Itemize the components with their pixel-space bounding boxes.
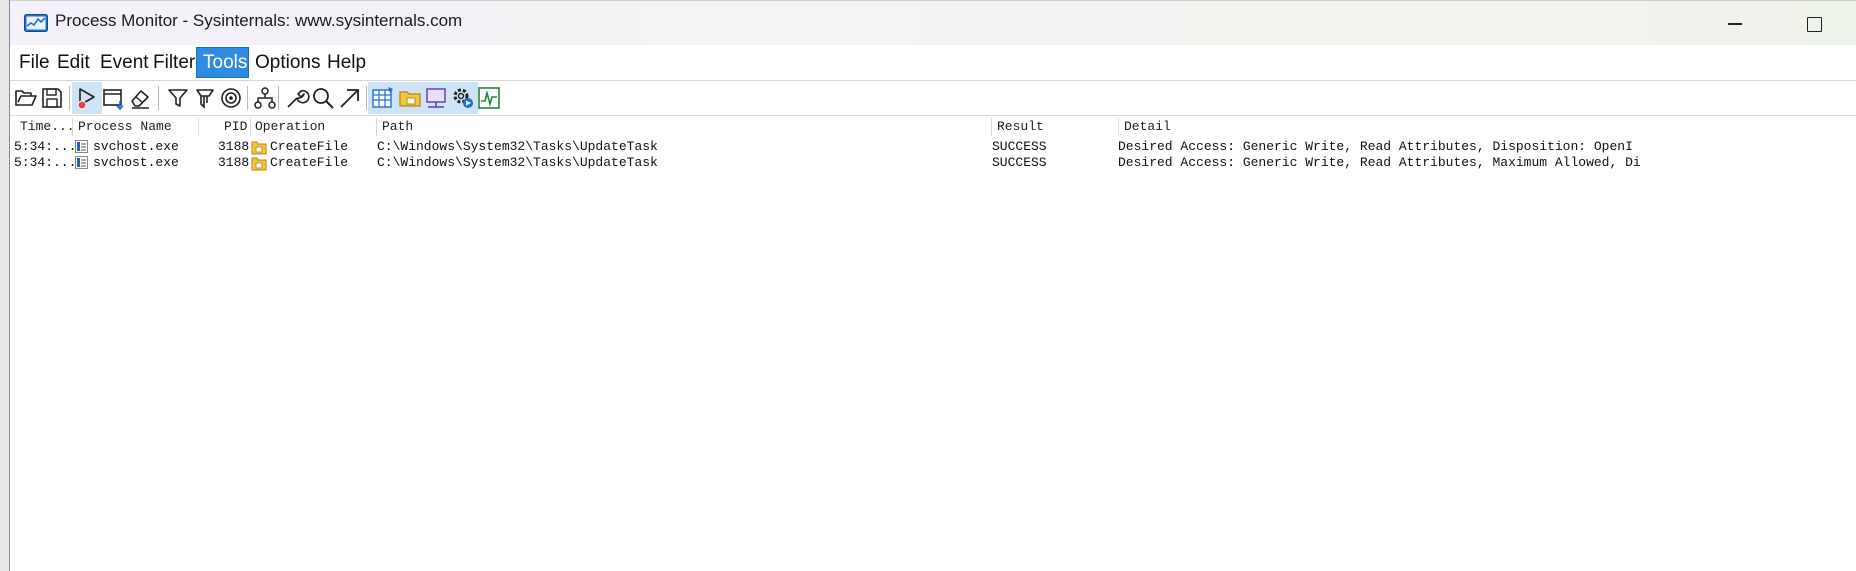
cell-time: 5:34:...: [14, 155, 77, 170]
toolbar-separator: [366, 86, 367, 110]
cell-detail: Desired Access: Generic Write, Read Attr…: [1118, 139, 1633, 154]
column-header-time[interactable]: Time...: [20, 119, 75, 134]
column-header-operation[interactable]: Operation: [255, 119, 325, 134]
file-operation-icon: [251, 157, 267, 171]
show-profiling-events-button[interactable]: [474, 82, 504, 114]
minimize-button[interactable]: [1706, 7, 1764, 41]
cell-process-name: svchost.exe: [93, 139, 179, 154]
cell-path: C:\Windows\System32\Tasks\UpdateTask: [377, 139, 658, 154]
column-divider[interactable]: [991, 118, 992, 136]
cell-time: 5:34:...: [14, 139, 77, 154]
toolbar: [10, 81, 1856, 116]
window-title: Process Monitor - Sysinternals: www.sysi…: [55, 11, 463, 30]
save-icon: [42, 88, 62, 108]
menu-filter[interactable]: Filter: [147, 48, 201, 77]
process-icon: [75, 140, 88, 153]
cell-operation: CreateFile: [270, 139, 349, 154]
menu-tools[interactable]: Tools: [196, 47, 249, 78]
column-divider[interactable]: [376, 118, 377, 136]
cell-result: SUCCESS: [992, 155, 1047, 170]
highlight-icon: [196, 89, 214, 109]
file-operation-icon: [251, 141, 267, 155]
menu-event[interactable]: Event: [94, 48, 155, 77]
clear-button[interactable]: [125, 82, 155, 114]
clear-icon: [131, 90, 149, 109]
column-divider[interactable]: [72, 118, 73, 136]
column-divider[interactable]: [250, 118, 251, 136]
find-icon: [313, 88, 334, 109]
cell-pid: 3188: [218, 155, 250, 170]
menu-help[interactable]: Help: [321, 48, 372, 77]
filter-icon: [168, 89, 188, 107]
window-left-border: [0, 0, 10, 571]
cell-result: SUCCESS: [992, 139, 1047, 154]
minimize-icon: [1728, 23, 1742, 25]
target-icon: [221, 88, 241, 108]
column-header-path[interactable]: Path: [382, 119, 413, 134]
title-bar[interactable]: Process Monitor - Sysinternals: www.sysi…: [10, 0, 1856, 46]
file-activity-icon: [399, 91, 421, 107]
column-header-detail[interactable]: Detail: [1124, 119, 1171, 134]
capture-button[interactable]: [72, 82, 102, 114]
column-divider[interactable]: [1118, 118, 1119, 136]
event-list-empty-area[interactable]: [10, 172, 1856, 571]
capture-icon: [77, 88, 95, 110]
filter-button[interactable]: [163, 82, 193, 114]
toolbar-separator: [247, 86, 248, 110]
autoscroll-icon: [103, 89, 124, 111]
toolbar-separator: [69, 86, 70, 110]
jump-to-icon: [340, 89, 359, 108]
maximize-button[interactable]: [1785, 7, 1843, 41]
cell-path: C:\Windows\System32\Tasks\UpdateTask: [377, 155, 658, 170]
show-registry-activity-button[interactable]: [368, 82, 398, 114]
profiling-activity-icon: [478, 87, 500, 109]
maximize-icon: [1806, 16, 1822, 32]
find-button[interactable]: [308, 82, 338, 114]
jump-to-button[interactable]: [335, 82, 365, 114]
column-header-result[interactable]: Result: [997, 119, 1044, 134]
network-activity-icon: [426, 88, 446, 108]
toolbar-separator: [158, 86, 159, 110]
cell-process-name: svchost.exe: [93, 155, 179, 170]
open-folder-icon: [15, 90, 37, 106]
cell-pid: 3188: [218, 139, 250, 154]
cell-operation: CreateFile: [270, 155, 349, 170]
process-monitor-app-icon: [24, 14, 48, 32]
properties-wrench-icon: [287, 89, 310, 108]
cell-detail: Desired Access: Generic Write, Read Attr…: [1118, 155, 1641, 170]
process-monitor-window: Process Monitor - Sysinternals: www.sysi…: [10, 0, 1856, 571]
include-process-button[interactable]: [216, 82, 246, 114]
table-row[interactable]: 5:34:... svchost.exe 3188 CreateFile C:\…: [10, 154, 1856, 172]
event-list-header: Time... Process Name PID Operation Path …: [10, 116, 1856, 138]
menu-edit[interactable]: Edit: [51, 48, 96, 77]
show-network-activity-button[interactable]: [421, 82, 451, 114]
toolbar-separator: [278, 86, 279, 110]
column-header-process-name[interactable]: Process Name: [78, 119, 172, 134]
process-tree-button[interactable]: [250, 82, 280, 114]
menu-file[interactable]: File: [13, 48, 56, 77]
process-tree-icon: [254, 87, 276, 109]
column-divider[interactable]: [198, 118, 199, 136]
column-header-pid[interactable]: PID: [224, 119, 247, 134]
process-icon: [75, 156, 88, 169]
menu-options[interactable]: Options: [249, 48, 326, 77]
registry-activity-icon: [372, 87, 393, 108]
process-activity-icon: [453, 88, 473, 108]
menu-bar: File Edit Event Filter Tools Options Hel…: [10, 45, 1856, 81]
save-button[interactable]: [37, 82, 67, 114]
